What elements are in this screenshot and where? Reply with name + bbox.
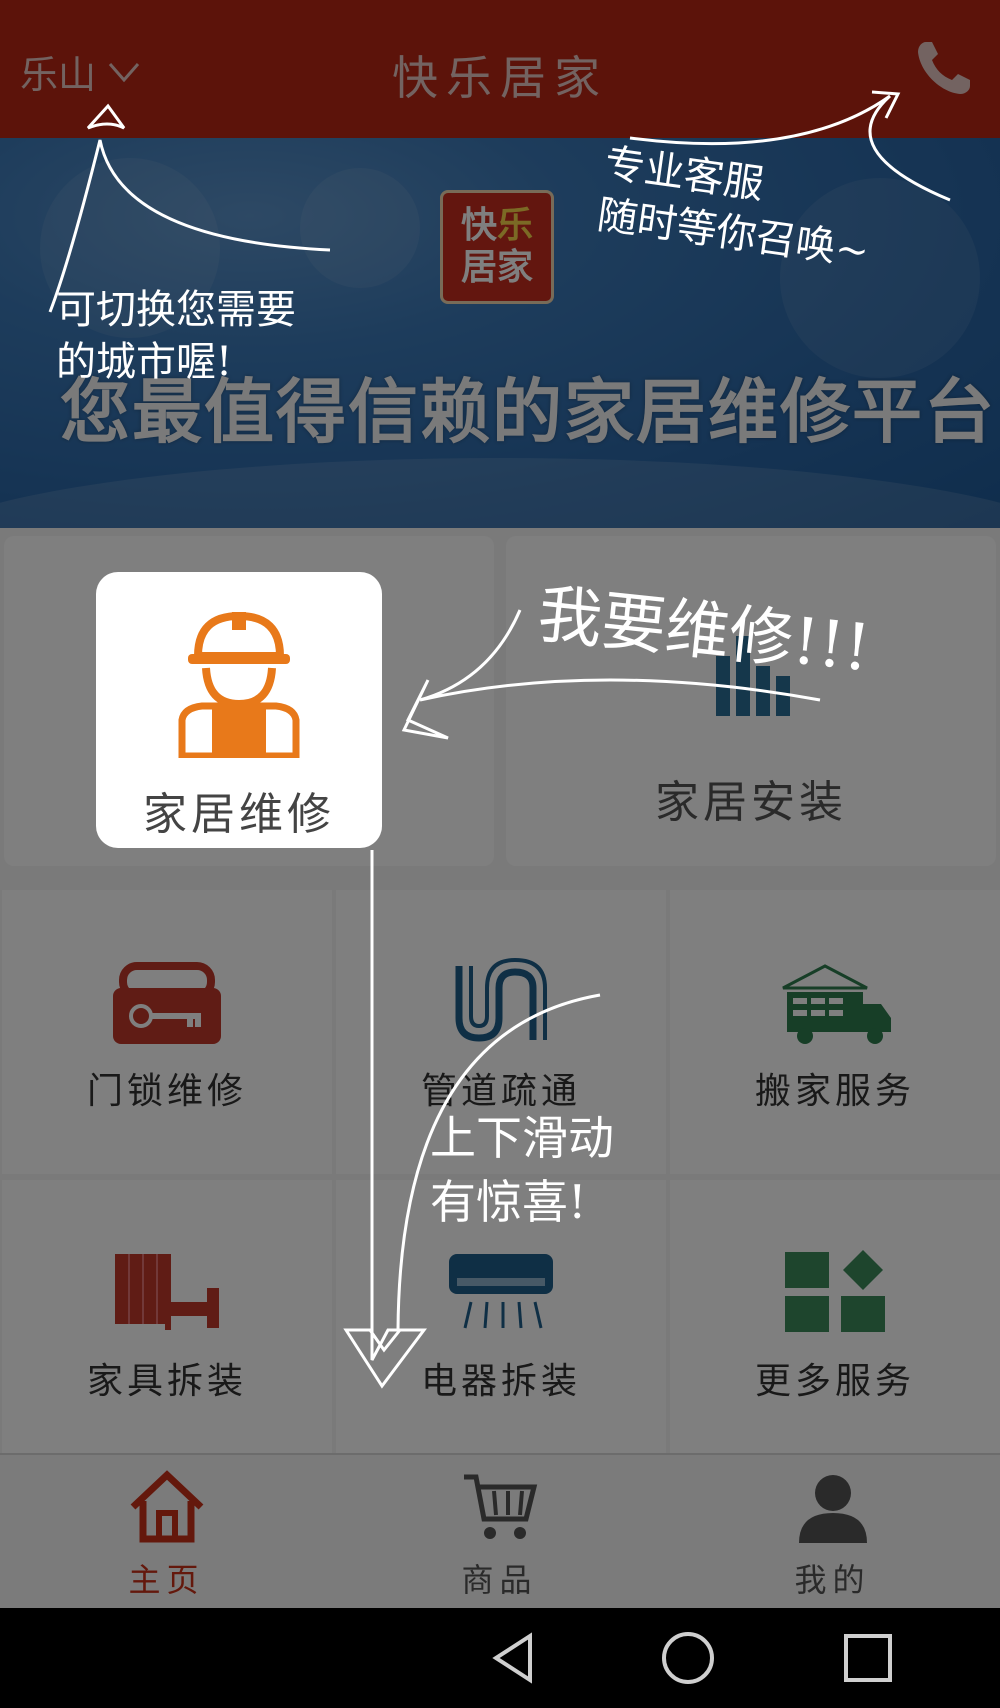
- recents-icon[interactable]: [840, 1630, 896, 1686]
- nav-mine[interactable]: 我的: [666, 1455, 999, 1610]
- city-tip: 可切换您需要 的城市喔!: [56, 287, 296, 385]
- worker-icon: [178, 611, 300, 758]
- moving-truck-icon: [782, 964, 891, 1044]
- cart-icon: [463, 1474, 537, 1539]
- service-label: 门锁维修: [86, 1071, 247, 1112]
- brand-logo: 快乐 居家: [440, 190, 554, 304]
- app-header: 乐山 快乐居家: [0, 0, 1000, 138]
- highlight-repair-card[interactable]: 家居维修: [96, 572, 382, 848]
- air-conditioner-icon: [449, 1254, 553, 1329]
- service-label: 电器拆装: [420, 1361, 581, 1402]
- banner-bokeh: [300, 168, 420, 288]
- highlight-label: 家居维修: [143, 789, 335, 840]
- bottom-nav: 主页 商品 我的: [0, 1453, 1000, 1608]
- nav-label: 我的: [794, 1561, 871, 1599]
- service-label: 更多服务: [754, 1361, 915, 1402]
- home-button-icon[interactable]: [660, 1630, 716, 1686]
- key-lock-icon: [113, 962, 221, 1044]
- furniture-icon: [115, 1254, 219, 1330]
- service-label: 搬家服务: [754, 1071, 915, 1112]
- service-furniture[interactable]: 家具拆装: [2, 1180, 332, 1464]
- service-label: 家具拆装: [86, 1361, 247, 1402]
- nav-home[interactable]: 主页: [0, 1455, 333, 1610]
- more-grid-icon: [785, 1250, 885, 1332]
- banner-curve: [0, 458, 1000, 528]
- pipe-icon: [455, 958, 547, 1042]
- back-icon[interactable]: [486, 1630, 542, 1686]
- user-icon: [798, 1475, 867, 1543]
- scroll-tip: 上下滑动 有惊喜!: [430, 1111, 614, 1229]
- system-nav-bar: [0, 1608, 1000, 1708]
- page-title: 快乐居家: [392, 51, 608, 105]
- service-moving[interactable]: 搬家服务: [670, 890, 1000, 1174]
- home-icon: [130, 1470, 203, 1543]
- nav-goods[interactable]: 商品: [333, 1455, 666, 1610]
- nav-label: 主页: [128, 1561, 205, 1599]
- service-more[interactable]: 更多服务: [670, 1180, 1000, 1464]
- service-label: 家居安装: [655, 777, 847, 828]
- phone-icon[interactable]: [912, 36, 976, 100]
- nav-label: 商品: [461, 1561, 538, 1599]
- service-door-lock[interactable]: 门锁维修: [2, 890, 332, 1174]
